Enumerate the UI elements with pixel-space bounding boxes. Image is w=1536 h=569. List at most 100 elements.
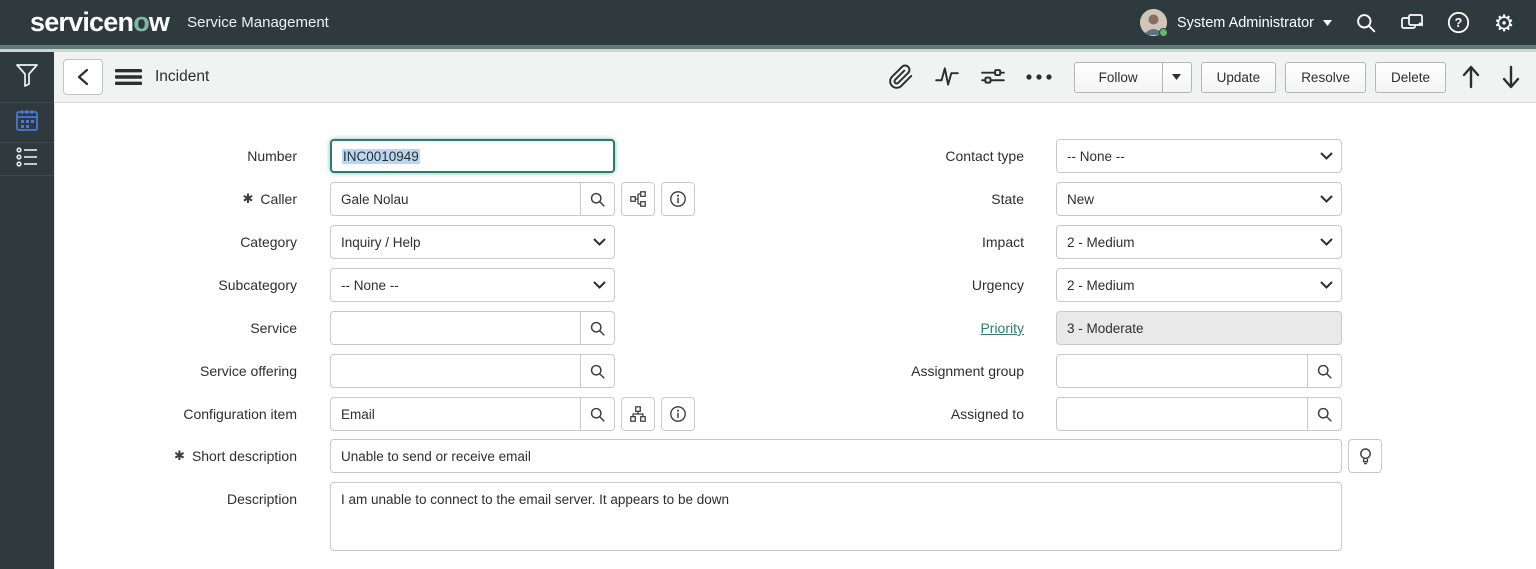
follow-caret-button[interactable] bbox=[1162, 61, 1192, 93]
user-menu-caret-icon[interactable] bbox=[1323, 19, 1332, 26]
personalize-form-icon[interactable] bbox=[978, 62, 1008, 92]
back-button[interactable] bbox=[63, 59, 103, 95]
category-select[interactable]: Inquiry / Help bbox=[330, 225, 615, 259]
state-label: State bbox=[991, 191, 1024, 207]
search-icon bbox=[590, 192, 605, 207]
delete-button[interactable]: Delete bbox=[1374, 61, 1446, 93]
chevron-down-icon bbox=[1311, 238, 1341, 246]
priority-readonly-field: 3 - Moderate bbox=[1056, 311, 1342, 345]
filter-icon bbox=[14, 61, 40, 94]
caller-show-related-button[interactable] bbox=[621, 182, 655, 216]
service-offering-label: Service offering bbox=[199, 363, 297, 379]
configuration-item-preview-button[interactable] bbox=[661, 397, 695, 431]
search-icon bbox=[1317, 364, 1332, 379]
follow-button[interactable]: Follow bbox=[1073, 61, 1163, 93]
caller-reference-field[interactable]: Gale Nolau bbox=[330, 182, 615, 216]
service-lookup-button[interactable] bbox=[580, 312, 614, 344]
header-right-cluster: System Administrator ? ⚙ bbox=[1140, 9, 1516, 37]
subcategory-select[interactable]: -- None -- bbox=[330, 268, 615, 302]
hamburger-icon bbox=[115, 69, 142, 85]
assignment-group-label: Assignment group bbox=[911, 363, 1024, 379]
impact-select[interactable]: 2 - Medium bbox=[1056, 225, 1342, 259]
caret-down-icon bbox=[1172, 74, 1182, 80]
chevron-left-icon bbox=[77, 68, 89, 86]
info-icon bbox=[670, 191, 686, 207]
caller-preview-button[interactable] bbox=[661, 182, 695, 216]
form-toolbar: Incident Follow Update Resolve Delete bbox=[54, 52, 1536, 103]
update-button[interactable]: Update bbox=[1200, 61, 1277, 93]
checklist-icon bbox=[14, 145, 40, 174]
assignment-group-lookup-button[interactable] bbox=[1307, 355, 1341, 387]
state-value: New bbox=[1067, 191, 1095, 207]
caller-lookup-button[interactable] bbox=[580, 183, 614, 215]
assigned-to-reference-field[interactable] bbox=[1056, 397, 1342, 431]
info-icon bbox=[670, 406, 686, 422]
subcategory-value: -- None -- bbox=[341, 277, 399, 293]
number-input[interactable]: INC0010949 bbox=[330, 139, 615, 173]
urgency-label: Urgency bbox=[971, 277, 1024, 293]
attachment-icon[interactable] bbox=[886, 62, 916, 92]
chevron-down-icon bbox=[584, 238, 614, 246]
form-context-menu-button[interactable] bbox=[115, 67, 142, 87]
urgency-select[interactable]: 2 - Medium bbox=[1056, 268, 1342, 302]
more-options-icon[interactable] bbox=[1024, 62, 1054, 92]
search-icon bbox=[1317, 407, 1332, 422]
caller-value: Gale Nolau bbox=[341, 191, 409, 207]
assigned-to-lookup-button[interactable] bbox=[1307, 398, 1341, 430]
org-chart-icon bbox=[630, 191, 646, 207]
urgency-value: 2 - Medium bbox=[1067, 277, 1135, 293]
short-description-value: Unable to send or receive email bbox=[341, 448, 531, 464]
record-title: Incident bbox=[155, 68, 210, 85]
configuration-item-dependency-view-button[interactable] bbox=[621, 397, 655, 431]
incident-form: Number INC0010949 ✱ Caller Gale Nolau Ca… bbox=[54, 103, 1536, 569]
service-reference-field[interactable] bbox=[330, 311, 615, 345]
activity-stream-icon[interactable] bbox=[932, 62, 962, 92]
configuration-item-label: Configuration item bbox=[183, 406, 297, 422]
configuration-item-reference-field[interactable]: Email bbox=[330, 397, 615, 431]
calendar-icon bbox=[14, 107, 40, 138]
description-textarea[interactable]: I am unable to connect to the email serv… bbox=[330, 482, 1342, 551]
servicenow-window: servicenow Service Management System Adm… bbox=[0, 0, 1536, 569]
chevron-down-icon bbox=[1311, 152, 1341, 160]
assigned-to-label: Assigned to bbox=[950, 406, 1024, 422]
contact-type-label: Contact type bbox=[945, 148, 1024, 164]
number-label: Number bbox=[247, 148, 297, 164]
required-icon: ✱ bbox=[242, 191, 254, 206]
settings-gear-icon[interactable]: ⚙ bbox=[1492, 11, 1516, 35]
configuration-item-value: Email bbox=[341, 406, 375, 422]
product-name: Service Management bbox=[187, 14, 329, 31]
impact-value: 2 - Medium bbox=[1067, 234, 1135, 250]
assignment-group-reference-field[interactable] bbox=[1056, 354, 1342, 388]
short-description-input[interactable]: Unable to send or receive email bbox=[330, 439, 1342, 473]
priority-link[interactable]: Priority bbox=[980, 320, 1024, 336]
state-select[interactable]: New bbox=[1056, 182, 1342, 216]
conversations-icon[interactable] bbox=[1400, 11, 1424, 35]
sidebar-filter-navigator[interactable] bbox=[0, 52, 54, 103]
search-icon bbox=[590, 364, 605, 379]
knowledge-search-button[interactable] bbox=[1348, 439, 1382, 473]
help-icon[interactable]: ? bbox=[1446, 11, 1470, 35]
description-label: Description bbox=[226, 491, 297, 507]
impact-label: Impact bbox=[981, 234, 1024, 250]
short-description-label: ✱ Short description bbox=[55, 439, 297, 473]
servicenow-logo[interactable]: servicenow bbox=[30, 0, 170, 45]
sidebar-checklist-item[interactable] bbox=[0, 143, 54, 176]
next-record-icon[interactable] bbox=[1500, 64, 1522, 90]
global-search-icon[interactable] bbox=[1354, 11, 1378, 35]
previous-record-icon[interactable] bbox=[1460, 64, 1482, 90]
contact-type-select[interactable]: -- None -- bbox=[1056, 139, 1342, 173]
configuration-item-lookup-button[interactable] bbox=[580, 398, 614, 430]
search-icon bbox=[590, 407, 605, 422]
edge-sidebar bbox=[0, 52, 54, 569]
subcategory-label: Subcategory bbox=[218, 277, 297, 293]
number-value: INC0010949 bbox=[342, 148, 420, 164]
svg-text:?: ? bbox=[1454, 16, 1462, 30]
service-offering-reference-field[interactable] bbox=[330, 354, 615, 388]
chevron-down-icon bbox=[584, 281, 614, 289]
service-offering-lookup-button[interactable] bbox=[580, 355, 614, 387]
resolve-button[interactable]: Resolve bbox=[1285, 61, 1366, 93]
user-avatar[interactable] bbox=[1140, 9, 1168, 37]
user-menu[interactable]: System Administrator bbox=[1177, 15, 1314, 31]
hierarchy-tree-icon bbox=[630, 406, 646, 422]
sidebar-calendar-item[interactable] bbox=[0, 103, 54, 143]
